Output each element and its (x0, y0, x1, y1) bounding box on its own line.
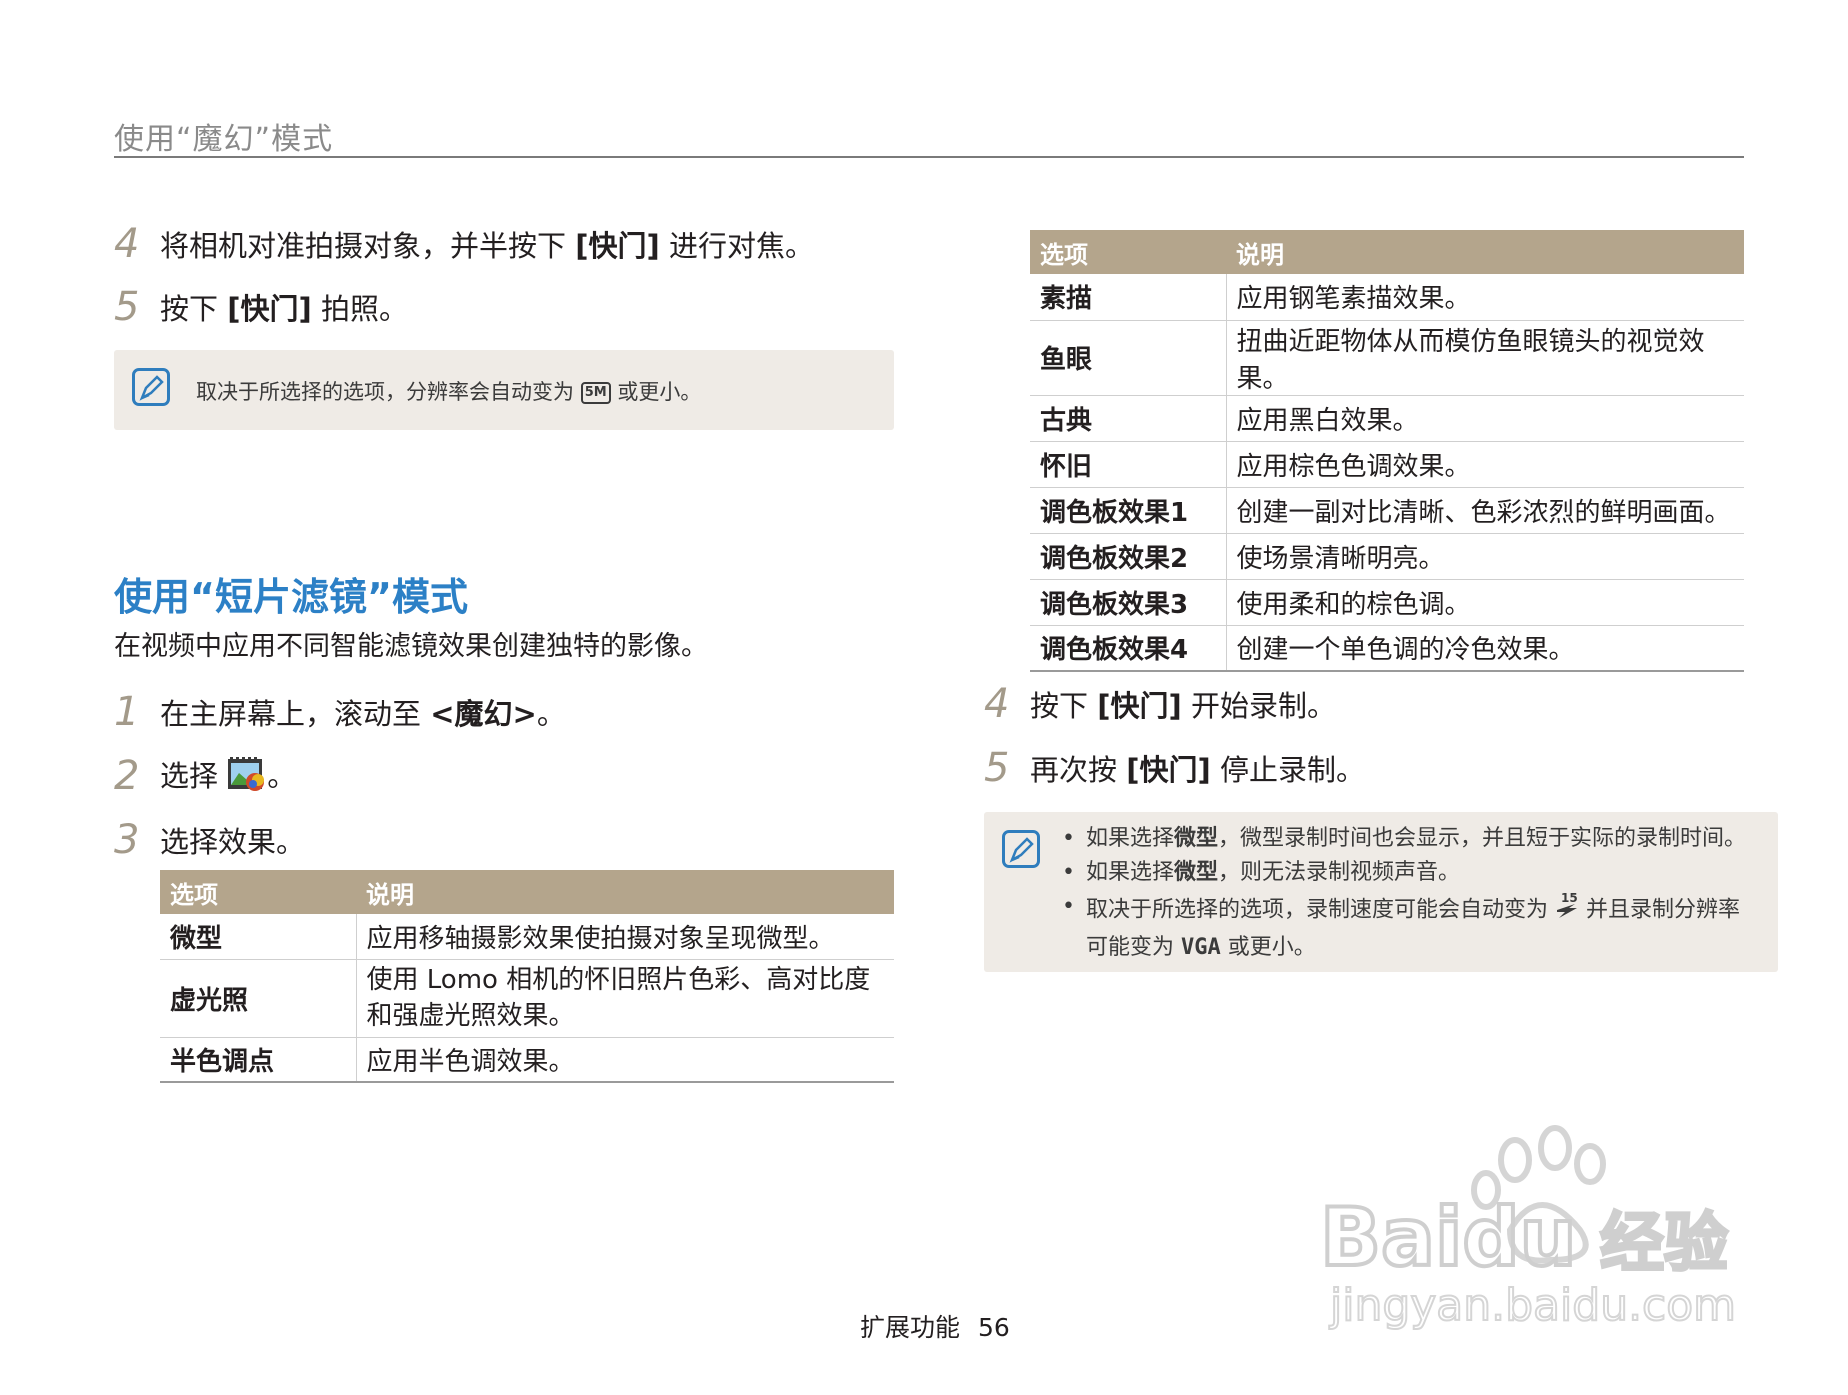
right-options-table: 选项 说明 素描 应用钢笔素描效果。 鱼眼 扭曲近距物体从而模仿鱼眼镜头的视觉效果。… (1030, 230, 1744, 672)
option-name: 调色板效果1 (1030, 487, 1227, 534)
step-number: 3 (114, 817, 140, 863)
svg-text:jingyan.baidu.com: jingyan.baidu.com (1329, 1280, 1736, 1331)
note-pencil-icon (1002, 830, 1040, 868)
option-name: 调色板效果2 (1030, 533, 1227, 580)
step-number: 5 (114, 284, 140, 330)
table-row: 调色板效果4 创建一个单色调的冷色效果。 (1030, 625, 1744, 672)
header-description: 说明 (1226, 230, 1744, 274)
movie-filter-icon (227, 756, 267, 799)
section-title: 使用“短片滤镜”模式 (114, 575, 468, 619)
header-divider (114, 156, 1744, 158)
option-desc: 应用半色调效果。 (356, 1037, 894, 1083)
option-name: 鱼眼 (1030, 320, 1227, 396)
table-row: 微型 应用移轴摄影效果使拍摄对象呈现微型。 (160, 914, 894, 960)
note-pencil-icon (132, 368, 170, 406)
page-footer: 扩展功能 56 (860, 1308, 1010, 1344)
page-number: 56 (977, 1313, 1010, 1342)
option-name: 怀旧 (1030, 441, 1227, 488)
option-desc: 应用移轴摄影效果使拍摄对象呈现微型。 (356, 914, 894, 960)
option-name: 调色板效果3 (1030, 579, 1227, 626)
option-name: 调色板效果4 (1030, 625, 1227, 672)
option-name: 虚光照 (160, 959, 357, 1038)
option-desc: 应用钢笔素描效果。 (1226, 274, 1744, 321)
step-text: 按下 [快门] 拍照。 (160, 292, 408, 326)
option-name: 微型 (160, 914, 357, 960)
speed-15fps-icon: 15 (1555, 890, 1579, 931)
step-number: 4 (114, 221, 140, 267)
step-text: 选择 。 (160, 753, 296, 800)
step-number: 5 (984, 745, 1010, 791)
option-desc: 应用黑白效果。 (1226, 395, 1744, 442)
table-row: 怀旧 应用棕色色调效果。 (1030, 441, 1744, 488)
step-5-shoot: 5 按下 [快门] 拍照。 (114, 283, 408, 331)
option-desc: 使用柔和的棕色调。 (1226, 579, 1744, 626)
table-row: 虚光照 使用 Lomo 相机的怀旧照片色彩、高对比度 和强虚光照效果。 (160, 959, 894, 1038)
page-header-title: 使用“魔幻”模式 (114, 122, 334, 157)
footer-section-label: 扩展功能 (860, 1313, 961, 1342)
table-row: 调色板效果1 创建一副对比清晰、色彩浓烈的鲜明画面。 (1030, 487, 1744, 534)
left-options-table: 选项 说明 微型 应用移轴摄影效果使拍摄对象呈现微型。 虚光照 使用 Lomo … (160, 870, 894, 1083)
list-item: 取决于所选择的选项，录制速度可能会自动变为 15 并且录制分辨率可能变为 VGA… (1060, 890, 1760, 965)
table-row: 鱼眼 扭曲近距物体从而模仿鱼眼镜头的视觉效果。 (1030, 320, 1744, 396)
option-desc: 应用棕色色调效果。 (1226, 441, 1744, 488)
option-desc: 扭曲近距物体从而模仿鱼眼镜头的视觉效果。 (1226, 320, 1744, 396)
header-option: 选项 (1030, 230, 1226, 274)
step-text: 将相机对准拍摄对象，并半按下 [快门] 进行对焦。 (160, 229, 814, 263)
note-bullet-list: 如果选择微型，微型录制时间也会显示，并且短于实际的录制时间。 如果选择微型，则无… (1060, 822, 1760, 965)
step-text: 在主屏幕上，滚动至 <魔幻>。 (160, 697, 566, 731)
table-row: 素描 应用钢笔素描效果。 (1030, 274, 1744, 321)
step-2-select: 2 选择 。 (114, 752, 296, 800)
note-text: 取决于所选择的选项，分辨率会自动变为 5M 或更小。 (196, 380, 702, 404)
list-item: 如果选择微型，微型录制时间也会显示，并且短于实际的录制时间。 (1060, 822, 1760, 856)
step-number: 4 (984, 681, 1010, 727)
table-row: 调色板效果3 使用柔和的棕色调。 (1030, 579, 1744, 626)
svg-text:15: 15 (1561, 891, 1578, 905)
resolution-note: 取决于所选择的选项，分辨率会自动变为 5M 或更小。 (114, 350, 894, 430)
step-text: 按下 [快门] 开始录制。 (1030, 689, 1336, 723)
header-description: 说明 (356, 870, 894, 914)
vga-label: VGA (1181, 935, 1221, 960)
table-header-row: 选项 说明 (1030, 230, 1744, 274)
table-row: 古典 应用黑白效果。 (1030, 395, 1744, 442)
step-text: 再次按 [快门] 停止录制。 (1030, 753, 1365, 787)
header-option: 选项 (160, 870, 356, 914)
option-name: 素描 (1030, 274, 1227, 321)
step-4-record: 4 按下 [快门] 开始录制。 (984, 680, 1336, 728)
option-name: 古典 (1030, 395, 1227, 442)
table-row: 调色板效果2 使场景清晰明亮。 (1030, 533, 1744, 580)
recording-note: 如果选择微型，微型录制时间也会显示，并且短于实际的录制时间。 如果选择微型，则无… (984, 812, 1778, 972)
option-desc: 使用 Lomo 相机的怀旧照片色彩、高对比度 和强虚光照效果。 (356, 959, 894, 1038)
resolution-5m-icon: 5M (580, 382, 611, 404)
option-desc: 创建一个单色调的冷色效果。 (1226, 625, 1744, 672)
svg-text:Baidu: Baidu (1320, 1191, 1577, 1284)
step-3-effect: 3 选择效果。 (114, 816, 305, 864)
table-header-row: 选项 说明 (160, 870, 894, 914)
step-5-stop: 5 再次按 [快门] 停止录制。 (984, 744, 1365, 792)
step-number: 1 (114, 689, 140, 735)
step-text: 选择效果。 (160, 825, 306, 859)
step-4-focus: 4 将相机对准拍摄对象，并半按下 [快门] 进行对焦。 (114, 220, 814, 268)
section-subtitle: 在视频中应用不同智能滤镜效果创建独特的影像。 (114, 631, 708, 662)
table-row: 半色调点 应用半色调效果。 (160, 1037, 894, 1083)
step-number: 2 (114, 753, 140, 799)
svg-text:经验: 经验 (1600, 1207, 1728, 1281)
baidu-jingyan-watermark: Baidu 经验 jingyan.baidu.com (1310, 1120, 1750, 1340)
option-desc: 创建一副对比清晰、色彩浓烈的鲜明画面。 (1226, 487, 1744, 534)
list-item: 如果选择微型，则无法录制视频声音。 (1060, 856, 1760, 890)
option-name: 半色调点 (160, 1037, 357, 1083)
option-desc: 使场景清晰明亮。 (1226, 533, 1744, 580)
step-1-scroll: 1 在主屏幕上，滚动至 <魔幻>。 (114, 688, 566, 736)
